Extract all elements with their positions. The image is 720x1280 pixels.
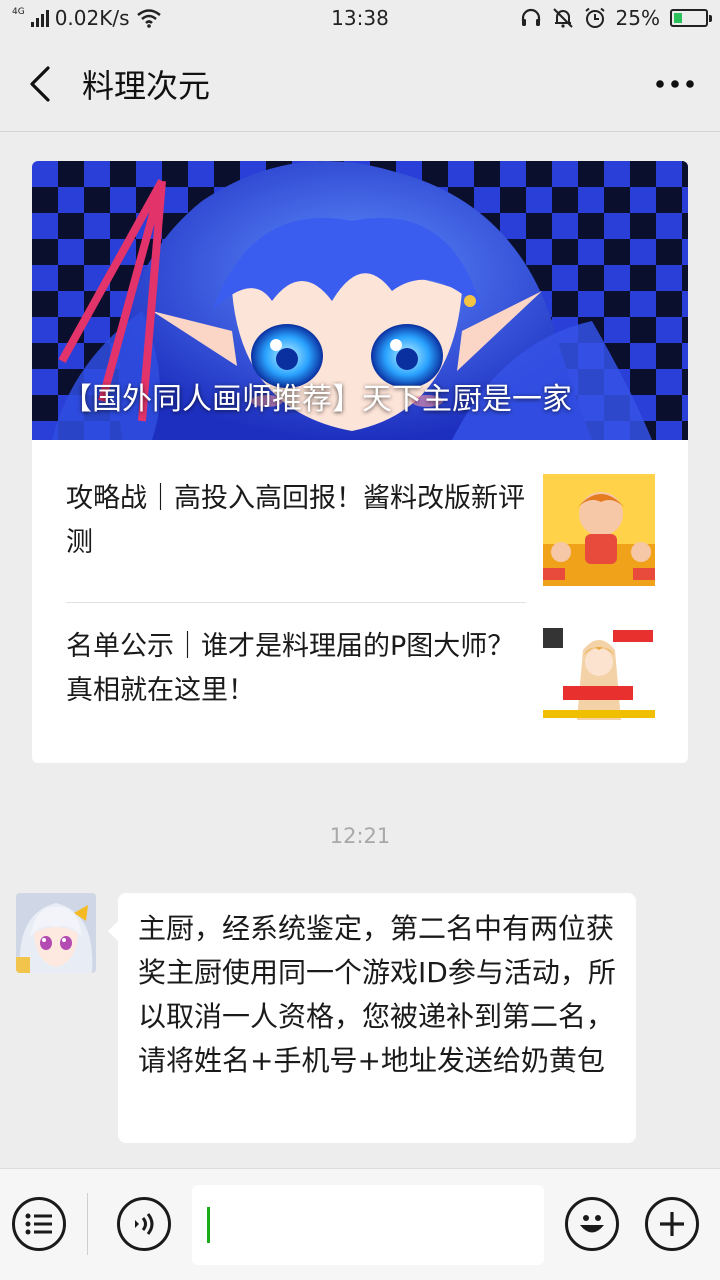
status-bar: 4G 0.02K/s 13:38 25% <box>0 0 720 36</box>
battery-percent: 25% <box>615 6 660 30</box>
input-bar <box>0 1168 720 1280</box>
battery-fill <box>674 13 682 23</box>
battery-icon <box>670 9 712 27</box>
back-button[interactable] <box>0 36 80 132</box>
message-text: 主厨，经系统鉴定，第二名中有两位获奖主厨使用同一个游戏ID参与活动，所以取消一人… <box>138 912 616 1077</box>
mute-bell-icon <box>552 8 573 28</box>
menu-list-icon <box>25 1213 52 1235</box>
headset-icon <box>521 8 540 26</box>
article-thumbnail-image <box>543 474 655 586</box>
message-input[interactable] <box>192 1185 544 1265</box>
more-dots-icon <box>656 79 694 88</box>
voice-icon <box>135 1213 154 1235</box>
input-bar-separator <box>87 1193 88 1255</box>
article-thumbnail[interactable] <box>543 474 655 586</box>
signal-icon <box>30 9 49 27</box>
wifi-icon <box>136 9 161 28</box>
article-thumbnail[interactable] <box>543 620 655 732</box>
text-caret <box>207 1207 210 1243</box>
menu-button[interactable] <box>12 1197 66 1251</box>
add-icon <box>660 1212 684 1236</box>
cover-image[interactable]: 【国外同人画师推荐】天下主厨是一家 <box>32 161 688 440</box>
article-card[interactable]: 【国外同人画师推荐】天下主厨是一家 攻略战｜高投入高回报！酱料改版新评测 名单公… <box>32 161 688 763</box>
cover-title: 【国外同人画师推荐】天下主厨是一家 <box>62 382 572 417</box>
emoji-button[interactable] <box>565 1197 619 1251</box>
back-arrow-icon <box>30 65 50 102</box>
chat-timestamp: 12:21 <box>329 824 391 848</box>
article-item-title: 名单公示｜谁才是料理届的P图大师？真相就在这里！ <box>66 631 515 706</box>
item-divider <box>66 602 526 603</box>
more-button[interactable] <box>630 36 720 132</box>
page-title: 料理次元 <box>82 66 211 105</box>
add-button[interactable] <box>645 1197 699 1251</box>
avatar-image <box>16 893 96 973</box>
emoji-icon <box>580 1215 604 1233</box>
network-speed: 0.02K/s <box>54 6 130 30</box>
status-left: 4G 0.02K/s <box>12 6 162 30</box>
avatar[interactable] <box>16 893 96 973</box>
message-bubble[interactable]: 主厨，经系统鉴定，第二名中有两位获奖主厨使用同一个游戏ID参与活动，所以取消一人… <box>108 893 636 1143</box>
voice-button[interactable] <box>117 1197 171 1251</box>
article-item-title: 攻略战｜高投入高回报！酱料改版新评测 <box>66 483 525 558</box>
alarm-icon <box>584 7 605 28</box>
article-thumbnail-image <box>543 620 655 732</box>
network-type: 4G <box>12 7 25 17</box>
status-right: 25% <box>520 6 712 30</box>
nav-bar: 料理次元 <box>0 36 720 132</box>
